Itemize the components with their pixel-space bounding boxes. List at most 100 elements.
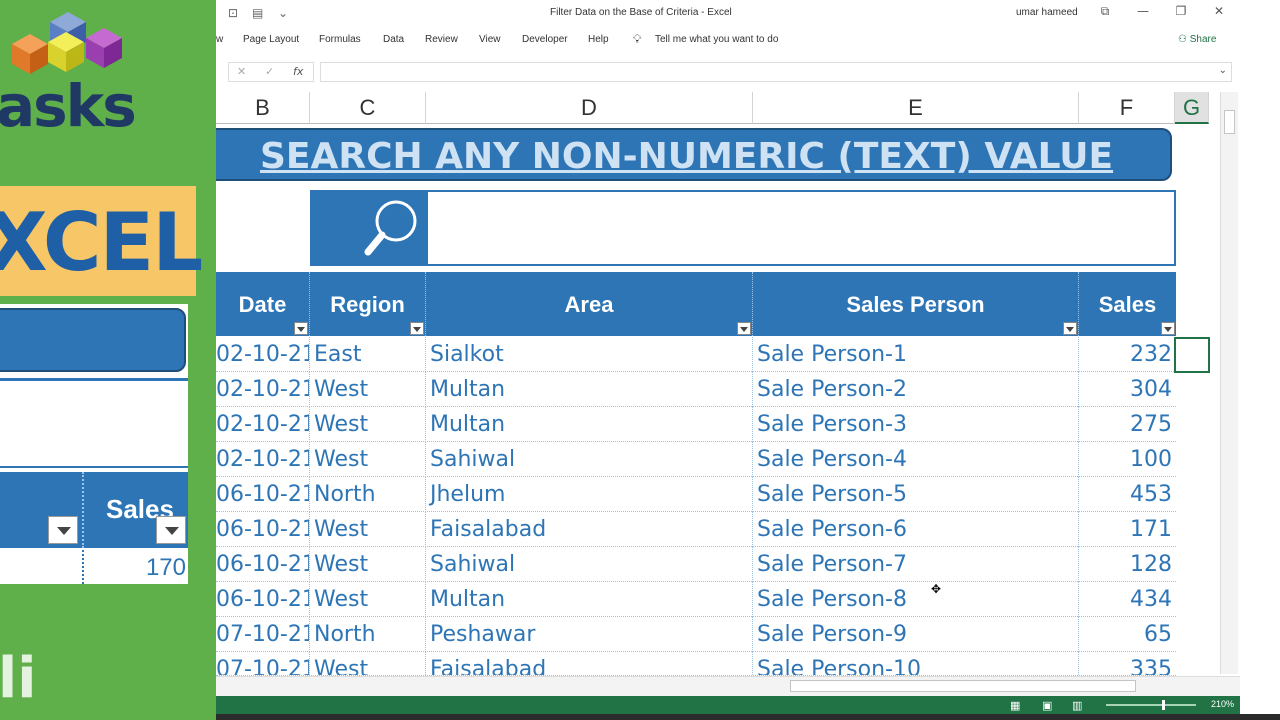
cell-region[interactable]: West <box>310 547 426 582</box>
cell-sales[interactable]: 275 <box>1079 407 1176 442</box>
cell-area[interactable]: Multan <box>426 372 753 407</box>
cell-sales-person[interactable]: Sale Person-2 <box>753 372 1079 407</box>
tab-formulas[interactable]: Formulas <box>319 34 361 45</box>
tell-me-search[interactable]: Tell me what you want to do <box>655 34 778 45</box>
cell-region[interactable]: West <box>310 407 426 442</box>
cell-region[interactable]: West <box>310 582 426 617</box>
close-button[interactable]: ✕ <box>1206 4 1232 22</box>
minimize-button[interactable]: — <box>1130 4 1156 22</box>
table-row: 06-10-21 West Multan Sale Person-8 434 <box>216 582 1176 617</box>
tab-developer[interactable]: Developer <box>522 34 568 45</box>
tab-page-layout[interactable]: Page Layout <box>243 34 299 45</box>
cell-sales-person[interactable]: Sale Person-8 <box>753 582 1079 617</box>
search-input[interactable] <box>426 190 1176 266</box>
cell-sales-person[interactable]: Sale Person-4 <box>753 442 1079 477</box>
cell-date[interactable]: 02-10-21 <box>216 372 310 407</box>
horizontal-scroll-thumb[interactable] <box>790 680 1136 692</box>
page-break-view-icon[interactable]: ▥ <box>1072 699 1082 712</box>
expand-formula-bar-icon[interactable]: ⌄ <box>1219 65 1227 76</box>
tab-insert[interactable]: w <box>216 34 223 45</box>
cell-region[interactable]: North <box>310 477 426 512</box>
cell-region[interactable]: West <box>310 512 426 547</box>
column-header-b[interactable]: B <box>216 92 310 124</box>
active-cell-g[interactable] <box>1174 337 1210 373</box>
column-header-g[interactable]: G <box>1175 92 1209 124</box>
insert-function-icon[interactable]: fx <box>293 65 303 78</box>
cell-sales-person[interactable]: Sale Person-10 <box>753 652 1079 675</box>
vertical-scrollbar[interactable] <box>1220 92 1238 674</box>
column-header-e[interactable]: E <box>753 92 1079 124</box>
header-sales-person: Sales Person <box>753 272 1079 336</box>
filter-dropdown-icon[interactable] <box>737 322 751 335</box>
cell-sales[interactable]: 171 <box>1079 512 1176 547</box>
cell-sales[interactable]: 65 <box>1079 617 1176 652</box>
cell-sales[interactable]: 128 <box>1079 547 1176 582</box>
tab-data[interactable]: Data <box>383 34 404 45</box>
zoom-slider-knob[interactable] <box>1162 700 1165 710</box>
qat-form-icon[interactable]: ▤ <box>252 6 263 20</box>
qat-undo-icon[interactable]: ⊡ <box>228 6 238 20</box>
page-layout-view-icon[interactable]: ▣ <box>1042 699 1052 712</box>
cell-area[interactable]: Multan <box>426 582 753 617</box>
horizontal-scrollbar[interactable] <box>216 676 1240 696</box>
qat-customize-icon[interactable]: ⌄ <box>278 6 288 20</box>
cell-sales[interactable]: 304 <box>1079 372 1176 407</box>
cell-region[interactable]: North <box>310 617 426 652</box>
cell-sales-person[interactable]: Sale Person-6 <box>753 512 1079 547</box>
cell-sales-person[interactable]: Sale Person-5 <box>753 477 1079 512</box>
filter-dropdown-icon[interactable] <box>1063 322 1077 335</box>
cell-sales[interactable]: 434 <box>1079 582 1176 617</box>
cell-area[interactable]: Sahiwal <box>426 442 753 477</box>
cell-date[interactable]: 06-10-21 <box>216 477 310 512</box>
tab-view[interactable]: View <box>479 34 501 45</box>
cancel-icon[interactable]: ✕ <box>237 65 246 78</box>
cell-sales-person[interactable]: Sale Person-1 <box>753 337 1079 372</box>
user-name[interactable]: umar hameed <box>1016 7 1078 18</box>
cell-sales[interactable]: 453 <box>1079 477 1176 512</box>
cell-area[interactable]: Peshawar <box>426 617 753 652</box>
cell-date[interactable]: 06-10-21 <box>216 582 310 617</box>
zoom-level[interactable]: 210% <box>1211 699 1234 709</box>
cell-date[interactable]: 07-10-21 <box>216 652 310 675</box>
formula-input[interactable]: ⌄ <box>320 62 1232 82</box>
cell-date[interactable]: 06-10-21 <box>216 512 310 547</box>
cell-date[interactable]: 02-10-21 <box>216 442 310 477</box>
enter-icon[interactable]: ✓ <box>265 65 274 78</box>
cell-region[interactable]: West <box>310 442 426 477</box>
cell-area[interactable]: Multan <box>426 407 753 442</box>
cell-area[interactable]: Sialkot <box>426 337 753 372</box>
cell-region[interactable]: West <box>310 652 426 675</box>
filter-dropdown-icon[interactable] <box>410 322 424 335</box>
vertical-scroll-thumb[interactable] <box>1224 110 1235 134</box>
cell-sales[interactable]: 232 <box>1079 337 1176 372</box>
filter-dropdown-icon[interactable] <box>1161 322 1175 335</box>
normal-view-icon[interactable]: ▦ <box>1010 699 1020 712</box>
cell-area[interactable]: Jhelum <box>426 477 753 512</box>
cell-date[interactable]: 06-10-21 <box>216 547 310 582</box>
zoom-slider[interactable] <box>1106 704 1196 706</box>
cell-date[interactable]: 02-10-21 <box>216 407 310 442</box>
cell-area[interactable]: Sahiwal <box>426 547 753 582</box>
restore-button[interactable]: ❐ <box>1168 4 1194 22</box>
filter-dropdown-icon[interactable] <box>294 322 308 335</box>
cell-sales[interactable]: 100 <box>1079 442 1176 477</box>
column-header-f[interactable]: F <box>1079 92 1175 124</box>
column-header-c[interactable]: C <box>310 92 426 124</box>
share-button[interactable]: ⚇ Share <box>1178 34 1216 45</box>
cell-sales-person[interactable]: Sale Person-9 <box>753 617 1079 652</box>
cell-region[interactable]: West <box>310 372 426 407</box>
share-label: Share <box>1189 34 1217 45</box>
tab-help[interactable]: Help <box>588 34 609 45</box>
tab-review[interactable]: Review <box>425 34 458 45</box>
cell-sales[interactable]: 335 <box>1079 652 1176 675</box>
ribbon-display-icon[interactable]: ⧉ <box>1092 4 1118 22</box>
table-row: 07-10-21 North Peshawar Sale Person-9 65 <box>216 617 1176 652</box>
cell-date[interactable]: 07-10-21 <box>216 617 310 652</box>
cell-sales-person[interactable]: Sale Person-7 <box>753 547 1079 582</box>
cell-sales-person[interactable]: Sale Person-3 <box>753 407 1079 442</box>
column-header-d[interactable]: D <box>426 92 753 124</box>
cell-region[interactable]: East <box>310 337 426 372</box>
cell-area[interactable]: Faisalabad <box>426 652 753 675</box>
cell-date[interactable]: 02-10-21 <box>216 337 310 372</box>
cell-area[interactable]: Faisalabad <box>426 512 753 547</box>
